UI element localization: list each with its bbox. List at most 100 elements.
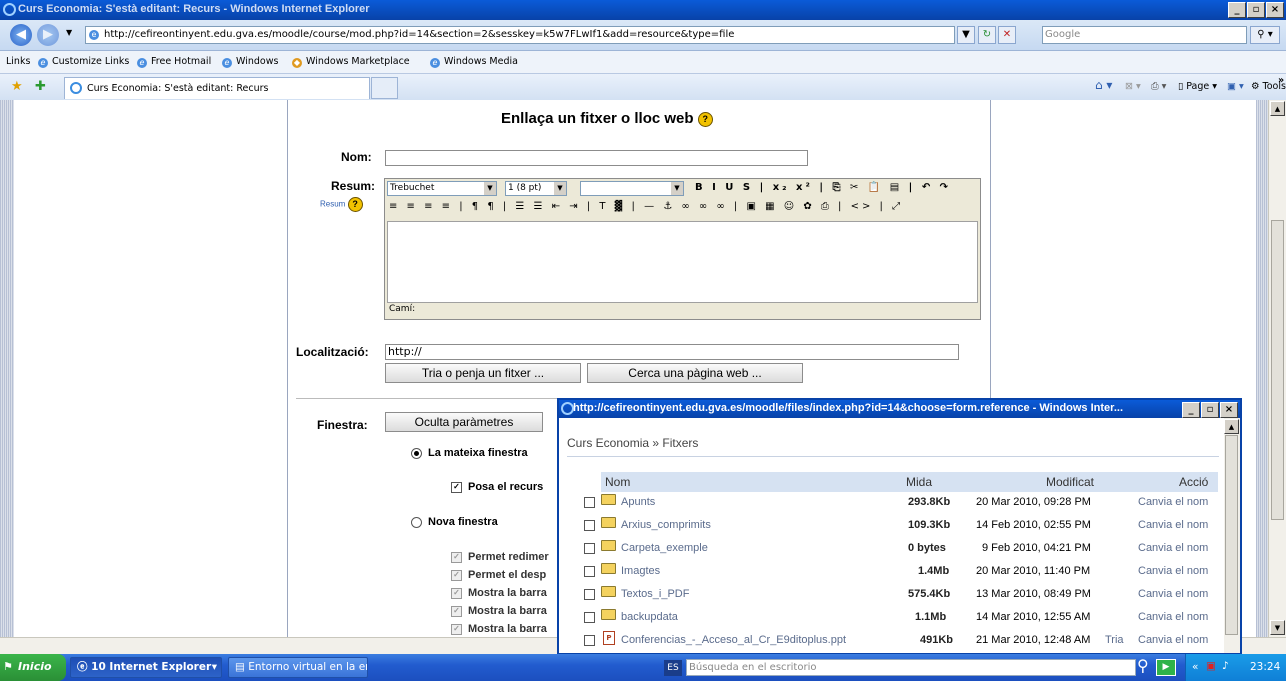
popup-close-button[interactable]: × bbox=[1220, 402, 1238, 418]
desktop-search-input[interactable]: Búsqueda en el escritorio bbox=[686, 659, 1136, 676]
link-customize[interactable]: e Customize Links bbox=[38, 56, 129, 68]
rename-link[interactable]: Canvia el nom bbox=[1138, 519, 1208, 531]
editor-toolbar-row1[interactable]: B I U S | x₂ x² | ⎘ ✂ 📋 ▤ | ↶ ↷ bbox=[695, 182, 951, 193]
rename-link[interactable]: Canvia el nom bbox=[1138, 634, 1208, 646]
scroll-thumb[interactable] bbox=[1225, 435, 1238, 635]
file-row[interactable]: Apunts 293.8Kb 20 Mar 2010, 09:28 PM Can… bbox=[559, 491, 1224, 514]
address-bar[interactable]: e http://cefireontinyent.edu.gva.es/mood… bbox=[85, 26, 955, 44]
history-dropdown-icon[interactable]: ▼ bbox=[66, 28, 72, 37]
stop-button[interactable]: ✕ bbox=[998, 26, 1016, 44]
page-menu[interactable]: ▯ Page ▾ bbox=[1178, 81, 1217, 92]
scroll-down-arrow[interactable]: ▼ bbox=[1270, 620, 1285, 635]
checkbox-checked-icon[interactable]: ✓ bbox=[451, 481, 462, 493]
size-select[interactable]: 1 (8 pt) ▼ bbox=[505, 181, 567, 196]
search-web-button[interactable]: Cerca una pàgina web ... bbox=[587, 363, 803, 383]
safety-icon[interactable]: ▣ ▾ bbox=[1227, 81, 1244, 92]
sub-option[interactable]: ✓ Mostra la barra bbox=[451, 623, 547, 635]
rename-link[interactable]: Canvia el nom bbox=[1138, 588, 1208, 600]
search-magnifier-icon[interactable]: ⚲ bbox=[1137, 656, 1149, 675]
page-vertical-scrollbar[interactable]: ▲ ▼ bbox=[1268, 100, 1286, 637]
tray-security-icon[interactable]: ▣ bbox=[1206, 660, 1216, 672]
choose-file-button[interactable]: Tria o penja un fitxer ... bbox=[385, 363, 581, 383]
rename-link[interactable]: Canvia el nom bbox=[1138, 496, 1208, 508]
volume-icon[interactable]: ♪ bbox=[1222, 660, 1229, 672]
favorites-star-icon[interactable]: ★ bbox=[11, 79, 23, 94]
address-dropdown-button[interactable]: ▼ bbox=[957, 26, 975, 44]
file-row[interactable]: Arxius_comprimits 109.3Kb 14 Feb 2010, 0… bbox=[559, 514, 1224, 537]
link-windows-media[interactable]: e Windows Media bbox=[430, 56, 518, 68]
popup-scrollbar[interactable]: ▲ bbox=[1224, 418, 1240, 653]
col-modified[interactable]: Modificat bbox=[1046, 475, 1094, 489]
nom-input[interactable] bbox=[385, 150, 808, 166]
format-select[interactable]: ▼ bbox=[580, 181, 684, 196]
row-checkbox[interactable] bbox=[584, 566, 595, 577]
rename-link[interactable]: Canvia el nom bbox=[1138, 542, 1208, 554]
row-checkbox[interactable] bbox=[584, 497, 595, 508]
search-go-button[interactable]: ▶ bbox=[1156, 659, 1176, 676]
left-border-strip bbox=[0, 100, 14, 637]
close-button[interactable]: × bbox=[1266, 2, 1284, 18]
link-windows-marketplace[interactable]: ◆ Windows Marketplace bbox=[292, 56, 410, 68]
scroll-up-arrow[interactable]: ▲ bbox=[1224, 419, 1239, 434]
resum-help-link[interactable]: Resum ? bbox=[320, 197, 363, 212]
help-icon[interactable]: ? bbox=[697, 111, 713, 127]
file-row[interactable]: Carpeta_exemple 0 bytes 9 Feb 2010, 04:2… bbox=[559, 537, 1224, 560]
new-tab-button[interactable] bbox=[371, 77, 398, 99]
language-indicator[interactable]: ES bbox=[664, 660, 682, 676]
clock[interactable]: 23:24 bbox=[1250, 661, 1280, 673]
file-row[interactable]: backupdata 1.1Mb 14 Mar 2010, 12:55 AM C… bbox=[559, 606, 1224, 629]
link-hotmail[interactable]: e Free Hotmail bbox=[137, 56, 211, 68]
tray-expand-icon[interactable]: « bbox=[1192, 661, 1198, 673]
maximize-button[interactable]: ▫ bbox=[1247, 2, 1265, 18]
minimize-button[interactable]: _ bbox=[1228, 2, 1246, 18]
feeds-icon[interactable]: ⊠ ▾ bbox=[1125, 81, 1141, 92]
row-checkbox[interactable] bbox=[584, 612, 595, 623]
sub-option[interactable]: ✓ Permet redimer bbox=[451, 551, 549, 563]
col-size[interactable]: Mida bbox=[906, 475, 932, 489]
scroll-thumb[interactable] bbox=[1271, 220, 1284, 520]
sub-option[interactable]: ✓ Mostra la barra bbox=[451, 605, 547, 617]
new-window-option[interactable]: Nova finestra bbox=[411, 516, 498, 528]
more-chevron[interactable]: » bbox=[1278, 75, 1284, 86]
row-checkbox[interactable] bbox=[584, 635, 595, 646]
taskbar-ie-group[interactable]: ⓔ 10 Internet Explorer ▾ bbox=[70, 657, 222, 678]
file-row[interactable]: Imagtes 1.4Mb 20 Mar 2010, 11:40 PM Canv… bbox=[559, 560, 1224, 583]
home-icon[interactable]: ⌂ ▾ bbox=[1095, 78, 1112, 92]
sub-option[interactable]: ✓ Permet el desp bbox=[451, 569, 546, 581]
font-select[interactable]: Trebuchet ▼ bbox=[387, 181, 497, 196]
row-checkbox[interactable] bbox=[584, 520, 595, 531]
back-button[interactable]: ◀ bbox=[10, 24, 32, 46]
forward-button[interactable]: ▶ bbox=[37, 24, 59, 46]
link-windows[interactable]: e Windows bbox=[222, 56, 278, 68]
sub-option[interactable]: ✓ Mostra la barra bbox=[451, 587, 547, 599]
print-icon[interactable]: ⎙ ▾ bbox=[1151, 81, 1166, 92]
help-icon[interactable]: ? bbox=[347, 197, 363, 212]
popup-minimize-button[interactable]: _ bbox=[1182, 402, 1200, 418]
rename-link[interactable]: Canvia el nom bbox=[1138, 565, 1208, 577]
radio-empty-icon[interactable] bbox=[411, 516, 422, 528]
rename-link[interactable]: Canvia el nom bbox=[1138, 611, 1208, 623]
choose-link[interactable]: Tria bbox=[1105, 634, 1124, 646]
taskbar-word-doc[interactable]: ▤ Entorno virtual en la ens... bbox=[228, 657, 368, 678]
breadcrumb[interactable]: Curs Economia » Fitxers bbox=[567, 436, 698, 450]
location-input[interactable]: http:// bbox=[385, 344, 959, 360]
radio-selected-icon[interactable] bbox=[411, 447, 422, 459]
add-favorites-icon[interactable]: ✚ bbox=[35, 79, 46, 94]
posa-recurs-option[interactable]: ✓ Posa el recurs bbox=[451, 481, 543, 493]
row-checkbox[interactable] bbox=[584, 543, 595, 554]
search-input[interactable]: Google bbox=[1042, 26, 1247, 44]
tab-current[interactable]: Curs Economia: S'està editant: Recurs bbox=[64, 77, 370, 99]
col-name[interactable]: Nom bbox=[605, 475, 630, 489]
editor-toolbar-row2[interactable]: ≡ ≡ ≡ ≡ | ¶ ¶ | ☰ ☰ ⇤ ⇥ | T ▓ | — ⚓ ∞ ∞ … bbox=[389, 201, 903, 212]
same-window-option[interactable]: La mateixa finestra bbox=[411, 447, 528, 459]
editor-textarea[interactable] bbox=[387, 221, 978, 303]
row-checkbox[interactable] bbox=[584, 589, 595, 600]
refresh-button[interactable]: ↻ bbox=[978, 26, 996, 44]
start-button[interactable]: ⚑ Inicio bbox=[0, 654, 66, 681]
hide-params-button[interactable]: Oculta paràmetres bbox=[385, 412, 543, 432]
file-row[interactable]: P Conferencias_-_Acceso_al_Cr_E9ditoplus… bbox=[559, 629, 1224, 652]
search-button[interactable]: ⚲ ▾ bbox=[1250, 26, 1280, 44]
scroll-up-arrow[interactable]: ▲ bbox=[1270, 101, 1285, 116]
popup-maximize-button[interactable]: ▫ bbox=[1201, 402, 1219, 418]
file-row[interactable]: Textos_i_PDF 575.4Kb 13 Mar 2010, 08:49 … bbox=[559, 583, 1224, 606]
